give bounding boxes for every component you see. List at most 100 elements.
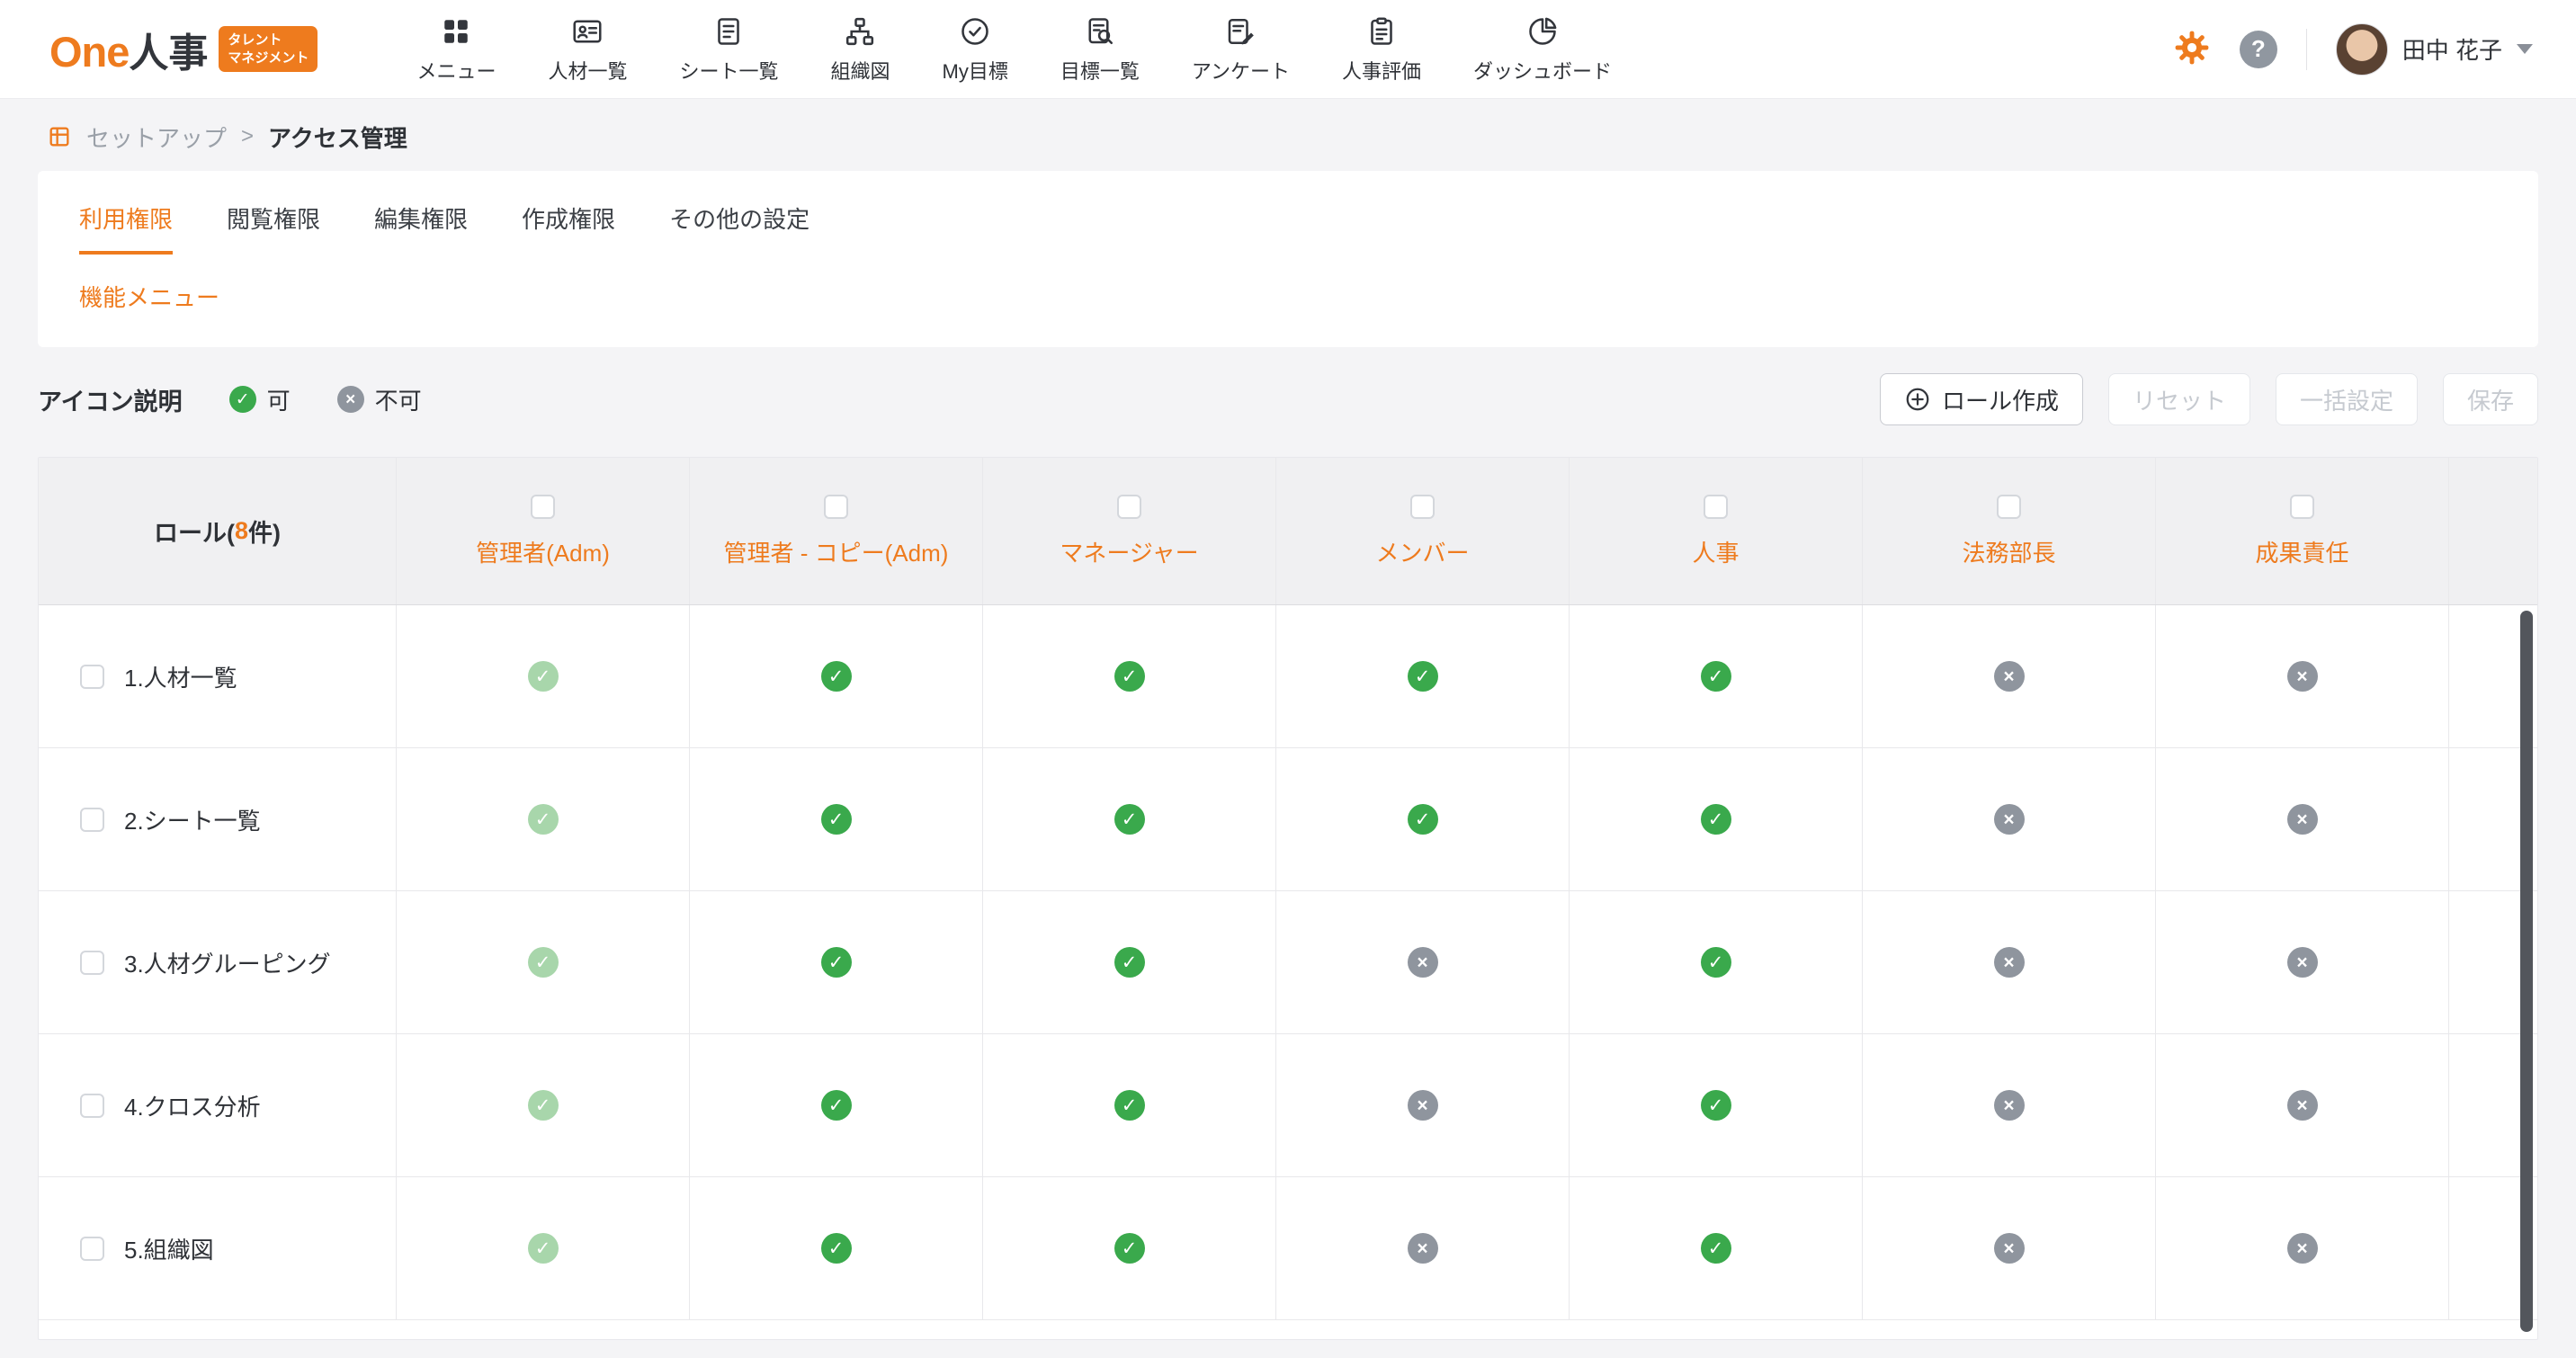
nav-item-survey[interactable]: アンケート (1192, 13, 1290, 85)
allowed-icon: ✓ (1114, 804, 1145, 835)
denied-icon: × (1994, 947, 2025, 978)
row-label: 4.クロス分析 (124, 1089, 261, 1122)
permission-cell[interactable]: ✓ (397, 1177, 690, 1319)
sub-menu: 機能メニュー (79, 280, 2538, 313)
role-select-checkbox[interactable] (1117, 495, 1141, 519)
settings-gear-button[interactable] (2173, 29, 2211, 69)
role-name[interactable]: 法務部長 (1962, 535, 2055, 568)
org-chart-icon (844, 13, 876, 49)
role-name[interactable]: メンバー (1375, 535, 1469, 568)
create-role-button[interactable]: ロール作成 (1880, 373, 2083, 425)
permission-cell[interactable]: × (2156, 605, 2449, 747)
user-menu[interactable]: 田中 花子 (2336, 23, 2533, 76)
role-name[interactable]: 人事 (1692, 535, 1739, 568)
nav-item-goal-list[interactable]: 目標一覧 (1060, 13, 1140, 85)
permission-cell[interactable]: ✓ (983, 1034, 1276, 1176)
nav-item-sheet-list[interactable]: シート一覧 (679, 13, 778, 85)
allowed-icon: ✓ (1701, 1090, 1731, 1121)
permission-cell[interactable]: ✓ (1276, 605, 1570, 747)
permission-cell[interactable]: × (2156, 891, 2449, 1033)
role-name[interactable]: マネージャー (1060, 535, 1198, 568)
permission-cell[interactable]: ✓ (397, 1034, 690, 1176)
role-name[interactable]: 管理者 - コピー(Adm) (724, 535, 949, 568)
permission-cell[interactable]: ✓ (397, 605, 690, 747)
nav-item-menu[interactable]: メニュー (416, 13, 496, 85)
role-column-header: 人事 (1570, 458, 1863, 604)
denied-icon: × (1408, 1233, 1438, 1264)
bulk-setting-button[interactable]: 一括設定 (2276, 373, 2418, 425)
role-select-checkbox[interactable] (1410, 495, 1435, 519)
logo-jinji: 人事 (129, 31, 208, 76)
nav-item-hr-evaluation[interactable]: 人事評価 (1342, 13, 1421, 85)
allowed-icon: ✓ (1408, 804, 1438, 835)
permission-cell[interactable]: ✓ (690, 891, 983, 1033)
help-button[interactable]: ? (2240, 31, 2277, 68)
permission-cell[interactable]: ✓ (1276, 748, 1570, 890)
row-checkbox[interactable] (80, 951, 104, 975)
row-checkbox[interactable] (80, 665, 104, 689)
permission-cell[interactable]: ✓ (1570, 1177, 1863, 1319)
permission-tabs: 利用権限 閲覧権限 編集権限 作成権限 その他の設定 (79, 171, 2538, 255)
permission-cell[interactable]: ✓ (983, 891, 1276, 1033)
nav-item-talent-list[interactable]: 人材一覧 (548, 13, 627, 85)
permission-cell[interactable]: × (1863, 605, 2156, 747)
tab-usage-permission[interactable]: 利用権限 (79, 201, 173, 255)
vertical-scrollbar[interactable] (2520, 611, 2533, 1332)
permission-cell[interactable]: ✓ (397, 748, 690, 890)
permission-cell[interactable]: × (1276, 1177, 1570, 1319)
permission-cell[interactable]: ✓ (1570, 891, 1863, 1033)
nav-item-my-goals[interactable]: My目標 (943, 13, 1008, 85)
permission-cell[interactable]: × (1863, 891, 2156, 1033)
role-select-checkbox[interactable] (531, 495, 555, 519)
document-icon (712, 13, 745, 49)
permission-cell[interactable]: ✓ (983, 748, 1276, 890)
permission-cell[interactable]: × (2156, 1034, 2449, 1176)
tab-view-permission[interactable]: 閲覧権限 (227, 201, 320, 255)
permission-cell[interactable]: × (1863, 748, 2156, 890)
row-label: 5.組織図 (124, 1232, 214, 1265)
role-select-checkbox[interactable] (824, 495, 848, 519)
role-select-checkbox[interactable] (1704, 495, 1728, 519)
permission-cell[interactable]: × (1863, 1034, 2156, 1176)
create-role-label: ロール作成 (1942, 383, 2059, 416)
role-name[interactable]: 成果責任 (2255, 535, 2348, 568)
role-name[interactable]: 管理者(Adm) (476, 535, 610, 568)
permission-cell[interactable]: ✓ (690, 605, 983, 747)
row-checkbox[interactable] (80, 808, 104, 832)
permission-cell[interactable]: ✓ (1570, 748, 1863, 890)
tab-create-permission[interactable]: 作成権限 (522, 201, 615, 255)
tab-edit-permission[interactable]: 編集権限 (374, 201, 468, 255)
role-column-header: メンバー (1276, 458, 1570, 604)
row-checkbox[interactable] (80, 1237, 104, 1261)
permission-cell[interactable]: ✓ (690, 1177, 983, 1319)
breadcrumb-current: アクセス管理 (268, 121, 407, 154)
permission-cell[interactable]: × (2156, 1177, 2449, 1319)
reset-button[interactable]: リセット (2108, 373, 2250, 425)
permission-cell[interactable]: ✓ (397, 891, 690, 1033)
permission-cell[interactable]: × (1276, 1034, 1570, 1176)
permission-cell[interactable]: ✓ (690, 748, 983, 890)
permission-cell[interactable]: ✓ (690, 1034, 983, 1176)
nav-item-org-chart[interactable]: 組織図 (830, 13, 890, 85)
permission-cell[interactable]: ✓ (1570, 605, 1863, 747)
nav-item-dashboard[interactable]: ダッシュボード (1473, 13, 1612, 85)
role-header-prefix: ロール( (154, 514, 235, 549)
permission-cell[interactable]: × (1276, 891, 1570, 1033)
role-select-checkbox[interactable] (1997, 495, 2021, 519)
partial-column-header (2449, 458, 2537, 604)
tab-other-settings[interactable]: その他の設定 (669, 201, 809, 255)
save-button[interactable]: 保存 (2443, 373, 2538, 425)
role-select-checkbox[interactable] (2290, 495, 2314, 519)
permission-cell[interactable]: ✓ (983, 1177, 1276, 1319)
row-checkbox[interactable] (80, 1094, 104, 1118)
permission-cell[interactable]: × (2156, 748, 2449, 890)
permission-cell[interactable]: × (1863, 1177, 2156, 1319)
breadcrumb-parent[interactable]: セットアップ (86, 121, 227, 154)
role-column-header: 成果責任 (2156, 458, 2449, 604)
sub-tab-feature-menu[interactable]: 機能メニュー (79, 284, 219, 311)
permission-cell[interactable]: ✓ (1570, 1034, 1863, 1176)
table-row: 3.人材グルーピング✓✓✓×✓×× (39, 891, 2537, 1034)
permissions-card: 利用権限 閲覧権限 編集権限 作成権限 その他の設定 機能メニュー (38, 171, 2538, 347)
app-logo[interactable]: One人事 タレント マネジメント (49, 21, 318, 78)
permission-cell[interactable]: ✓ (983, 605, 1276, 747)
